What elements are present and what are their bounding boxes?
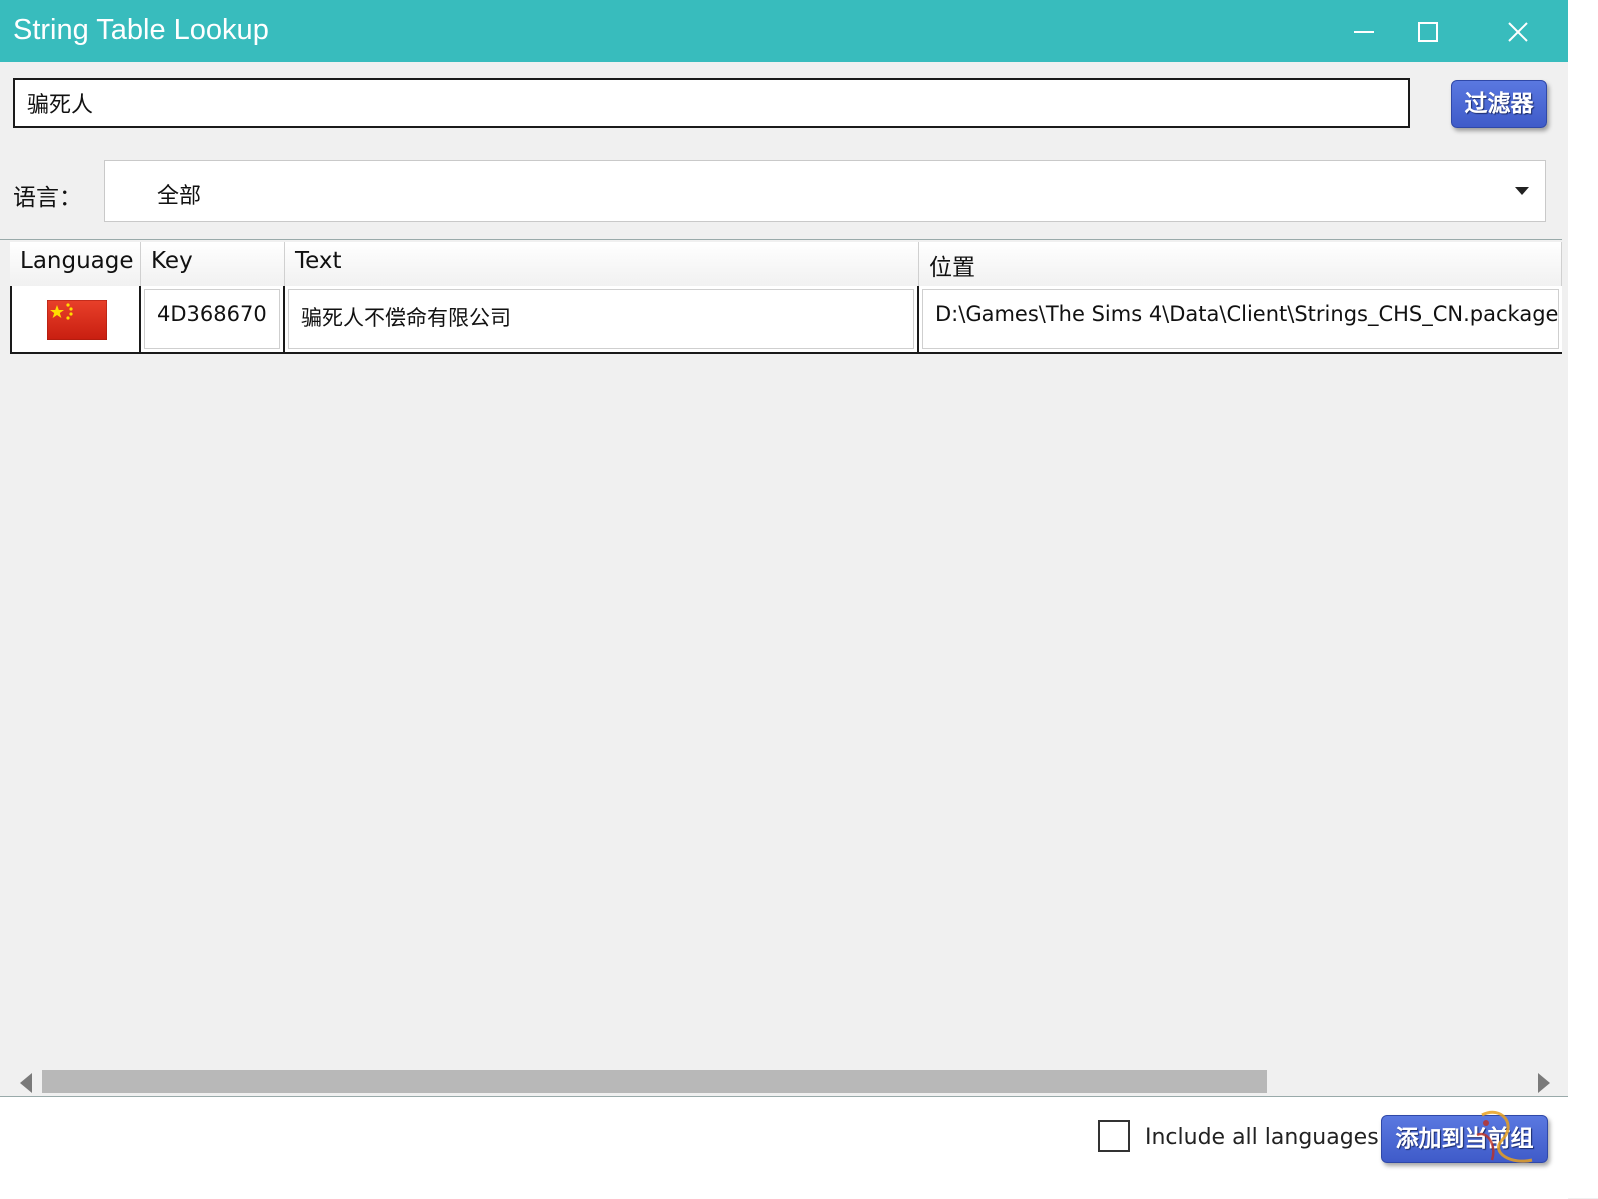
cell-text: 骗死人不偿命有限公司 [285,286,919,352]
language-label: 语言： [13,185,82,211]
close-icon [1508,22,1528,42]
title-bar: String Table Lookup [0,0,1568,62]
maximize-icon [1418,22,1438,42]
minimize-button[interactable] [1340,12,1388,52]
language-selected-value: 全部 [157,184,202,209]
filter-button[interactable]: 过滤器 [1451,80,1547,128]
text-value: 骗死人不偿命有限公司 [288,289,914,349]
cell-key: 4D368670 [141,286,285,352]
language-dropdown[interactable]: 全部 [104,160,1546,222]
key-value: 4D368670 [144,289,280,349]
background-window-edge [1568,0,1598,1198]
column-header-text[interactable]: Text [285,242,919,286]
table-row[interactable]: 4D368670 骗死人不偿命有限公司 D:\Games\The Sims 4\… [10,286,1562,354]
results-grid: Language Key Text 位置 4D368670 骗死人不偿命有限公司… [0,239,1562,1096]
cell-language [10,286,141,352]
horizontal-scrollbar[interactable] [0,1065,1562,1097]
search-input[interactable] [13,78,1410,128]
include-all-languages-checkbox[interactable] [1098,1120,1130,1152]
scroll-right-icon[interactable] [1538,1073,1550,1093]
scroll-left-icon[interactable] [20,1073,32,1093]
watermark-logo [1476,1110,1533,1163]
chevron-down-icon [1515,187,1529,195]
footer-bar: Include all languages 添加到当前组 [0,1096,1568,1199]
grid-header: Language Key Text 位置 [10,242,1562,286]
minimize-icon [1354,31,1374,33]
include-all-languages-label[interactable]: Include all languages [1145,1125,1379,1150]
column-header-location[interactable]: 位置 [919,242,1562,286]
close-button[interactable] [1494,12,1542,52]
window-title: String Table Lookup [13,14,269,46]
cell-location: D:\Games\The Sims 4\Data\Client\Strings_… [919,286,1562,352]
maximize-button[interactable] [1404,12,1452,52]
location-value: D:\Games\The Sims 4\Data\Client\Strings_… [922,289,1559,349]
scrollbar-thumb[interactable] [42,1070,1267,1093]
column-header-key[interactable]: Key [141,242,285,286]
china-flag-icon [47,300,107,340]
column-header-language[interactable]: Language [10,242,141,286]
